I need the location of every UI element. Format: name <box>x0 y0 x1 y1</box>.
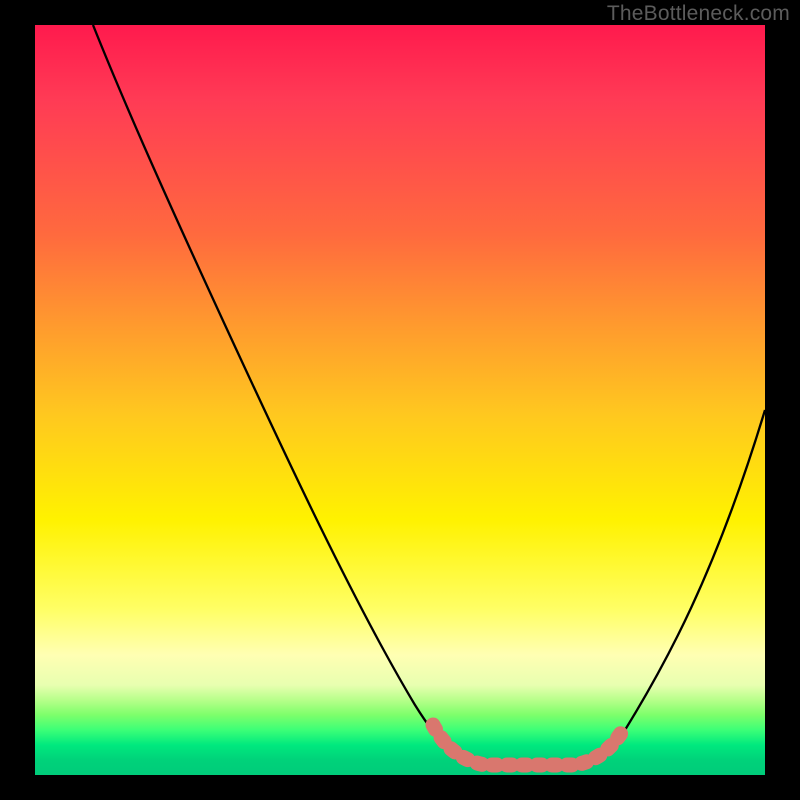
plot-area <box>35 25 765 775</box>
chart-frame: TheBottleneck.com <box>0 0 800 800</box>
curve-layer <box>35 25 765 775</box>
bottom-marker-trace <box>433 725 623 765</box>
watermark-text: TheBottleneck.com <box>607 2 790 26</box>
main-curve <box>93 25 765 767</box>
